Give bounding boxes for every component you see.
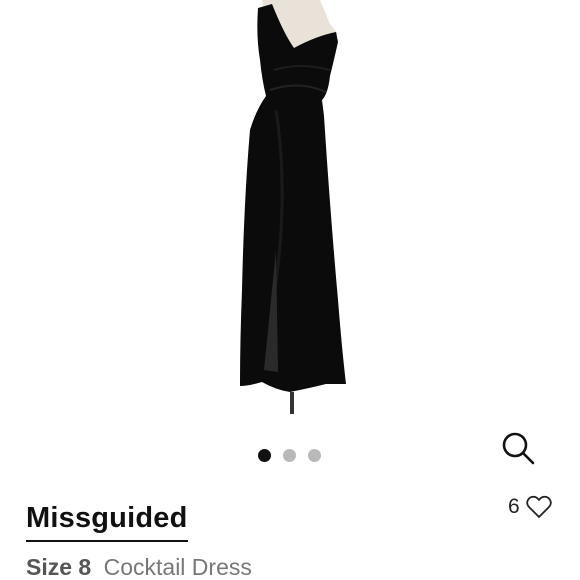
category-label: Cocktail Dress: [103, 554, 252, 580]
like-button[interactable]: 6: [508, 495, 552, 519]
product-image[interactable]: [180, 0, 400, 425]
carousel-dot-1[interactable]: [258, 449, 271, 462]
search-button[interactable]: [498, 428, 538, 468]
search-icon: [502, 432, 535, 465]
heart-icon: [525, 495, 552, 518]
carousel-dots: [258, 449, 321, 462]
carousel-dot-3[interactable]: [308, 449, 321, 462]
product-subtitle: Size 8 Cocktail Dress: [26, 552, 252, 580]
carousel-dot-2[interactable]: [283, 449, 296, 462]
like-count: 6: [508, 495, 520, 518]
brand-name[interactable]: Missguided: [26, 500, 188, 542]
size-label: Size 8: [26, 554, 92, 580]
product-listing-page: Missguided 6 Size 8 Cocktail Dress: [0, 0, 580, 580]
